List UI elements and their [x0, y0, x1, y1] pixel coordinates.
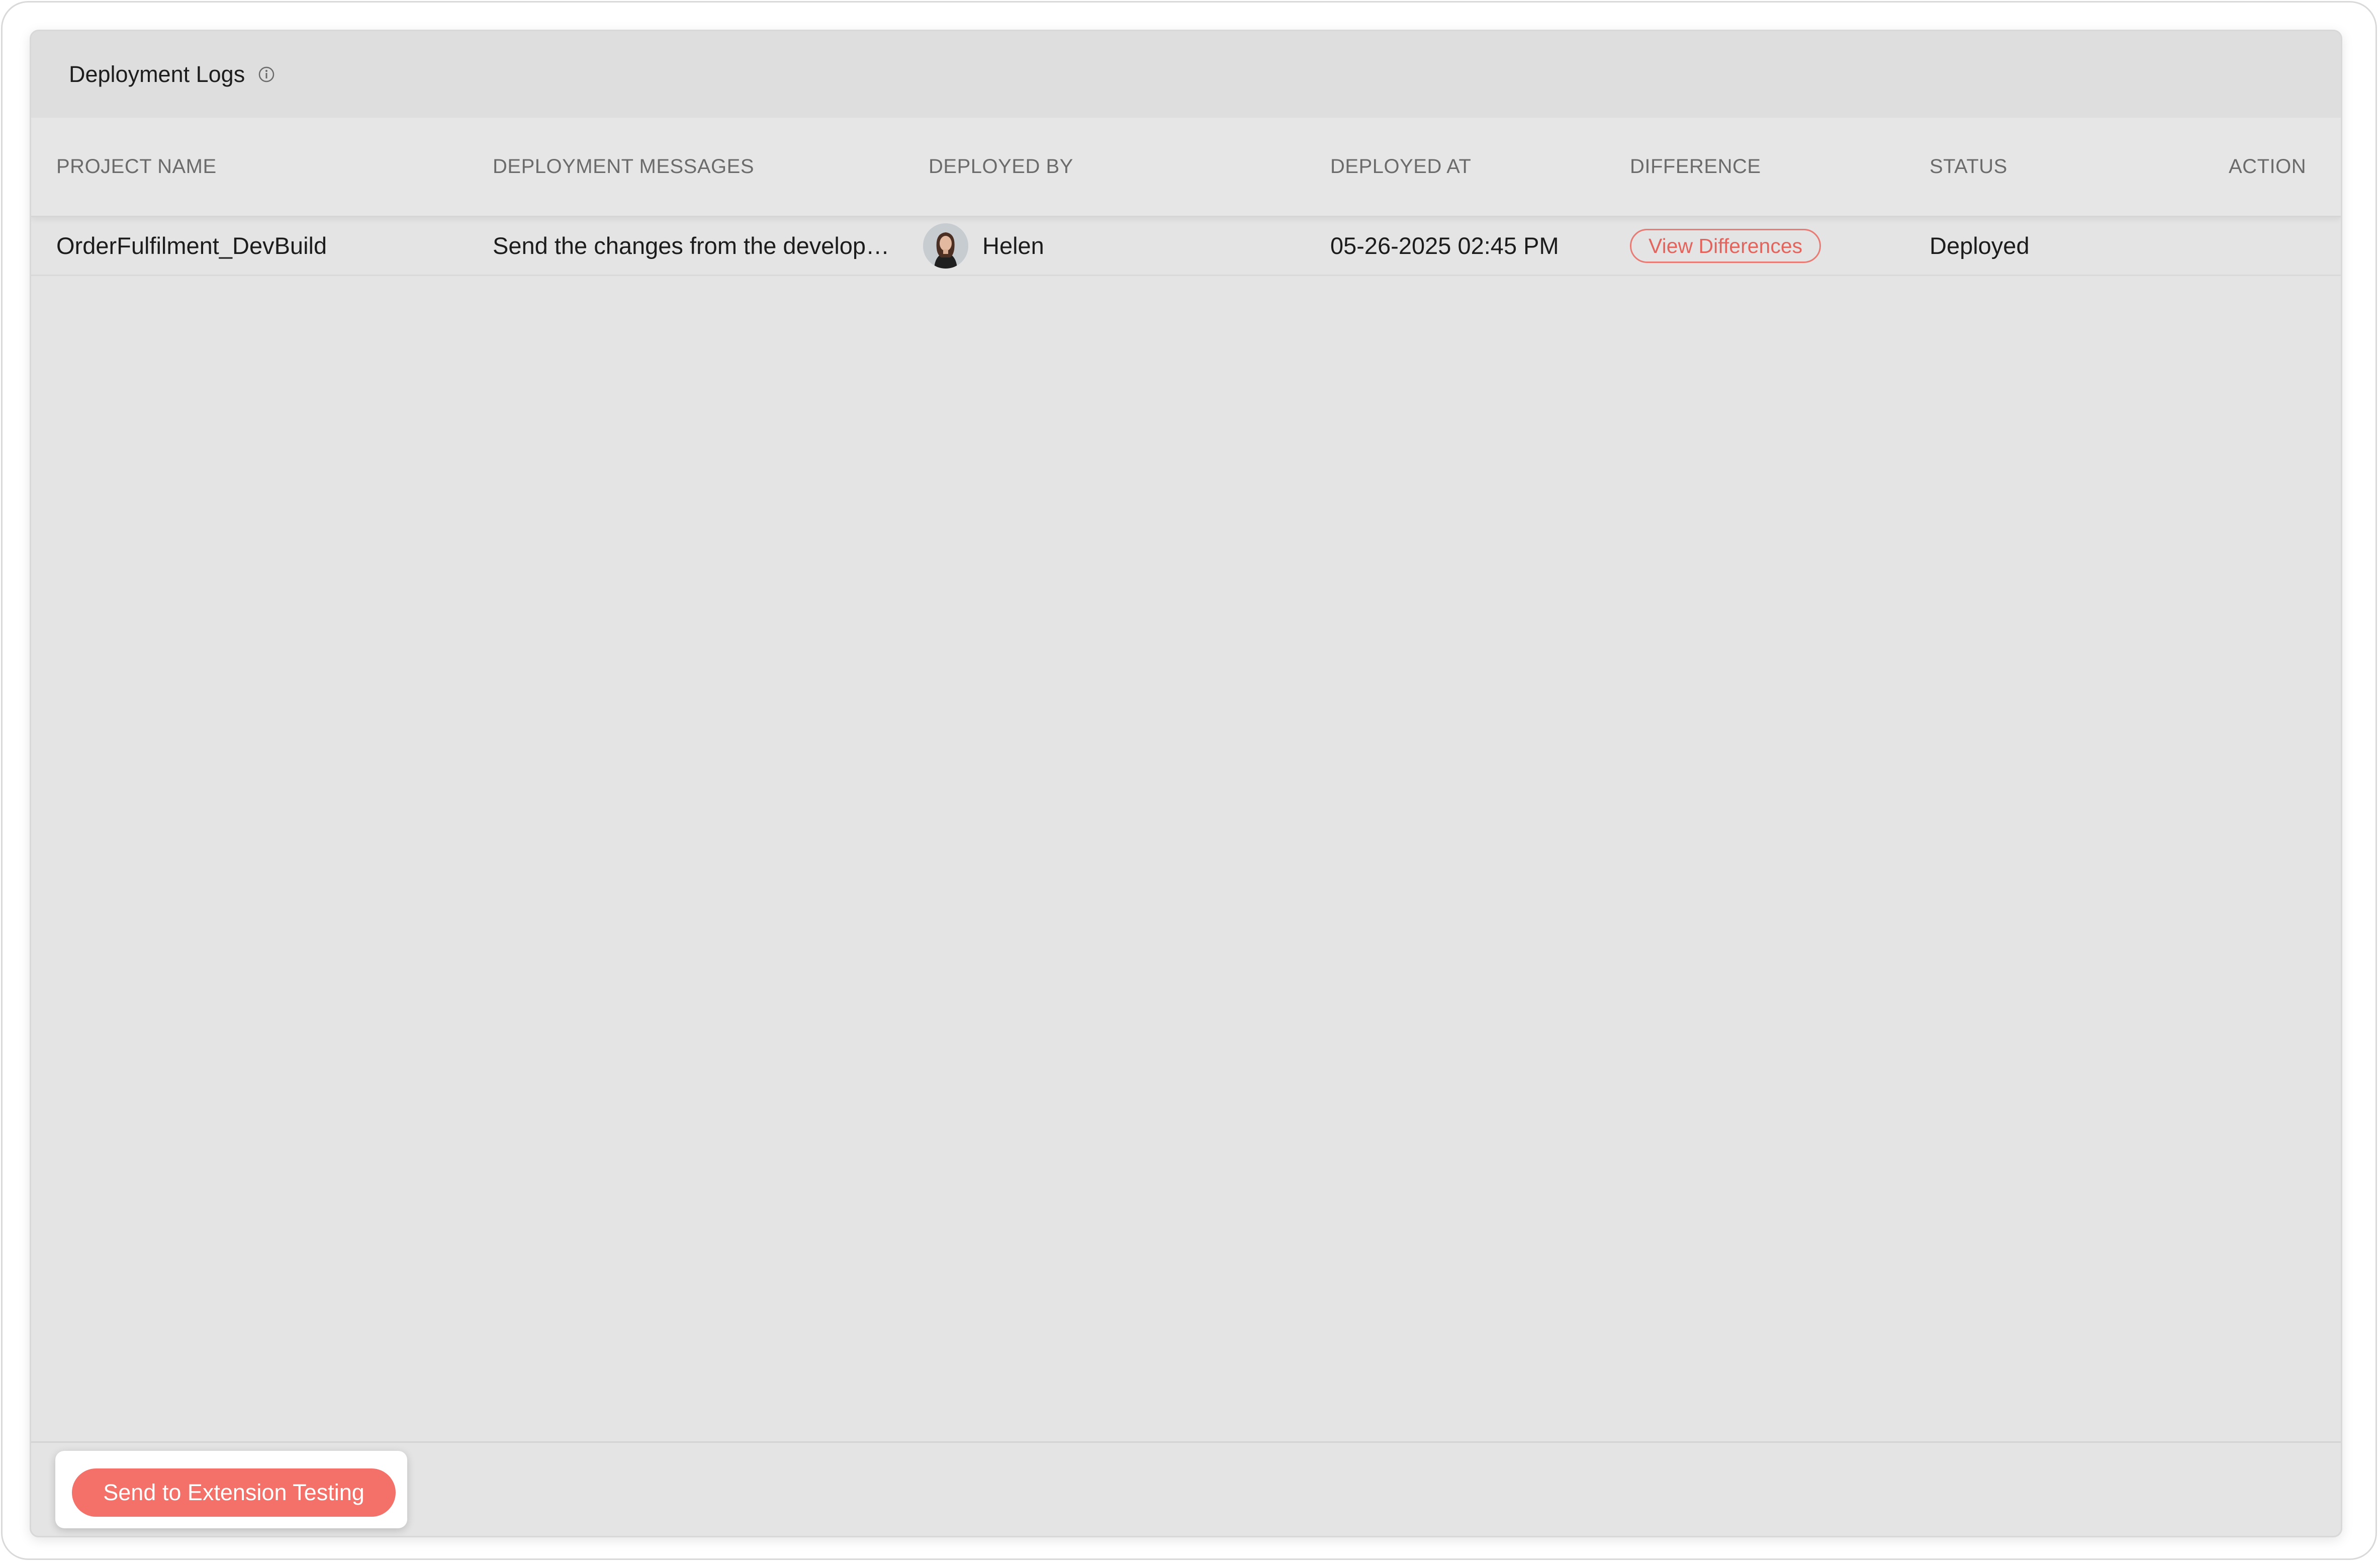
column-header-status[interactable]: STATUS	[1930, 118, 2007, 216]
column-header-project-name[interactable]: PROJECT NAME	[56, 118, 217, 216]
deployed-at-cell: 05-26-2025 02:45 PM	[1330, 232, 1559, 259]
send-to-extension-testing-button[interactable]: Send to Extension Testing	[72, 1468, 396, 1517]
column-header-deployed-at[interactable]: DEPLOYED AT	[1330, 118, 1471, 216]
panel-title: Deployment Logs	[69, 61, 245, 87]
column-header-difference[interactable]: DIFFERENCE	[1630, 118, 1761, 216]
column-header-deployed-by[interactable]: DEPLOYED BY	[929, 118, 1073, 216]
view-differences-button[interactable]: View Differences	[1630, 229, 1821, 263]
project-name-cell: OrderFulfilment_DevBuild	[56, 232, 327, 259]
app-frame: Deployment Logs PROJECT NAME DEPLOYMENT …	[1, 1, 2377, 1560]
table-row[interactable]: OrderFulfilment_DevBuild Send the change…	[31, 217, 2341, 276]
column-header-deployment-messages[interactable]: DEPLOYMENT MESSAGES	[493, 118, 754, 216]
column-header-action: ACTION	[2229, 155, 2307, 178]
status-cell: Deployed	[1930, 232, 2030, 259]
panel-header: Deployment Logs	[31, 31, 2341, 118]
info-icon[interactable]	[258, 66, 275, 83]
user-avatar	[923, 223, 968, 269]
deployment-message-cell: Send the changes from the develop…	[493, 232, 890, 259]
table-header: PROJECT NAME DEPLOYMENT MESSAGES DEPLOYE…	[31, 118, 2341, 217]
deployed-by-cell: Helen	[982, 232, 1044, 259]
footer-divider	[31, 1441, 2341, 1443]
deployment-logs-panel: Deployment Logs PROJECT NAME DEPLOYMENT …	[30, 30, 2342, 1537]
